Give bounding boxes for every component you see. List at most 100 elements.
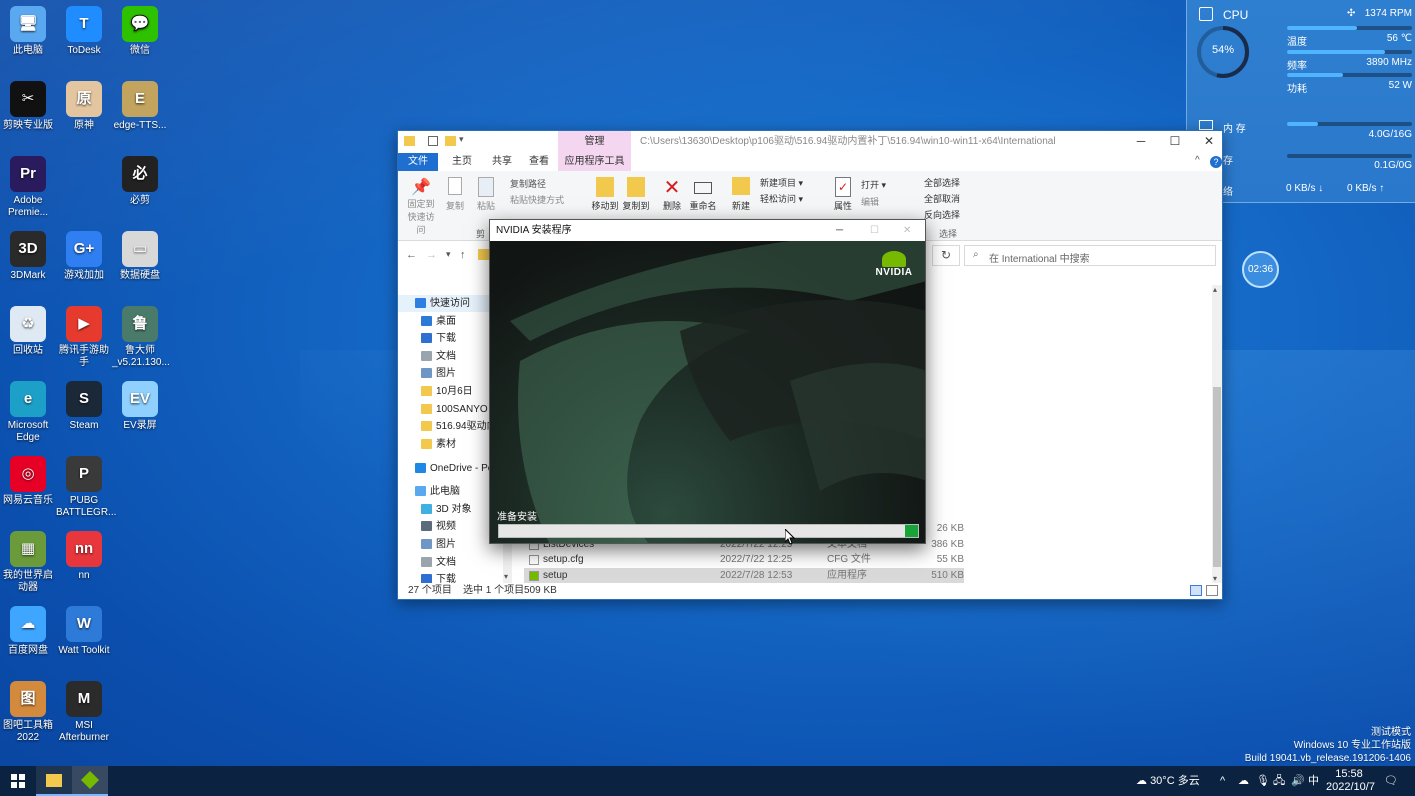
floating-clock-widget[interactable]: 02:36 xyxy=(1242,251,1279,288)
ime-indicator[interactable]: 中 xyxy=(1308,766,1319,796)
desktop-icon[interactable]: S Steam xyxy=(56,381,112,432)
installer-titlebar[interactable]: NVIDIA 安装程序 ─ ☐ ✕ xyxy=(490,220,925,241)
network-icon[interactable]: 🖧 xyxy=(1273,766,1285,796)
desktop-icon[interactable]: W Watt Toolkit xyxy=(56,606,112,657)
nav-item[interactable]: 下载 xyxy=(421,330,456,347)
installer-maximize-button[interactable]: ☐ xyxy=(870,220,879,241)
search-box[interactable]: ⌕ 在 International 中搜索 xyxy=(964,245,1216,266)
scroll-thumb[interactable] xyxy=(1213,387,1221,567)
paste-button[interactable]: 粘贴 xyxy=(474,177,498,212)
cut-button[interactable]: 剪 xyxy=(476,227,485,240)
desktop-icon[interactable]: Pr Adobe Premie... xyxy=(0,156,56,219)
quick-access-dropdown-icon[interactable]: ▾ xyxy=(459,134,464,145)
help-icon[interactable]: ? xyxy=(1210,156,1222,168)
details-view-icon[interactable] xyxy=(1190,585,1202,596)
desktop-icon[interactable]: 图图吧工具箱2022 xyxy=(0,681,56,744)
taskbar-file-explorer[interactable] xyxy=(36,766,72,796)
pin-quick-access-button[interactable]: 📌 固定到快速访问 xyxy=(404,177,438,236)
explorer-titlebar[interactable]: ▾ 管理 C:\Users\13630\Desktop\p106驱动\516.9… xyxy=(398,131,1222,171)
back-button[interactable]: ← xyxy=(406,249,417,261)
desktop-icon[interactable]: 必必剪 xyxy=(112,156,168,207)
rename-button[interactable]: 重命名 xyxy=(688,177,718,212)
nav-item[interactable]: 图片 xyxy=(421,536,456,553)
nav-item[interactable]: 文档 xyxy=(421,554,456,571)
refresh-button[interactable]: ↻ xyxy=(932,245,960,266)
nav-item[interactable]: 快速访问 xyxy=(398,295,493,312)
weather[interactable]: ☁ 30°C 多云 xyxy=(1136,766,1200,796)
desktop-icon[interactable]: nn nn xyxy=(56,531,112,582)
desktop-icon[interactable]: Eedge-TTS... xyxy=(112,81,168,132)
properties-button[interactable]: ✓ 属性 xyxy=(832,177,854,212)
copy-button[interactable]: 复制 xyxy=(444,177,466,212)
taskbar-nvidia-installer[interactable] xyxy=(72,766,108,796)
ribbon-tab[interactable]: 查看 xyxy=(521,153,557,171)
search-input[interactable]: 在 International 中搜索 xyxy=(989,250,1090,265)
notification-center-icon[interactable]: 🗨 xyxy=(1384,766,1398,796)
desktop-icon[interactable]: ◎ 网易云音乐 xyxy=(0,456,56,507)
nav-item[interactable]: 100SANYO xyxy=(421,401,488,418)
ribbon-tab[interactable]: 主页 xyxy=(443,153,481,171)
copy-path-button[interactable]: 复制路径 xyxy=(510,177,546,190)
desktop-icon[interactable]: ▶ 腾讯手游助手 xyxy=(56,306,112,369)
scroll-down-icon[interactable]: ▾ xyxy=(504,572,508,581)
desktop-icon[interactable]: ☁ 百度网盘 xyxy=(0,606,56,657)
new-folder-icon[interactable] xyxy=(445,136,456,146)
start-button[interactable] xyxy=(0,766,36,796)
minimize-button[interactable]: ─ xyxy=(1124,131,1158,151)
nav-item[interactable]: OneDrive - Pe xyxy=(415,460,493,477)
collapse-ribbon-icon[interactable]: ^ xyxy=(1195,155,1200,166)
nav-item[interactable]: 3D 对象 xyxy=(421,501,472,518)
nav-item[interactable]: 图片 xyxy=(421,365,456,382)
large-icons-view-icon[interactable] xyxy=(1206,585,1218,596)
nav-item[interactable]: 视频 xyxy=(421,518,456,535)
move-to-button[interactable]: 移动到 xyxy=(590,177,620,212)
installer-minimize-button[interactable]: ─ xyxy=(836,220,843,241)
close-button[interactable]: ✕ xyxy=(1192,131,1226,151)
nav-item[interactable]: 此电脑 xyxy=(415,483,460,500)
up-button[interactable]: ↑ xyxy=(460,249,466,261)
onedrive-icon[interactable]: ☁ xyxy=(1238,766,1249,796)
installer-close-button[interactable]: ✕ xyxy=(903,220,911,241)
desktop-icon[interactable]: ▭ 数据硬盘 xyxy=(112,231,168,282)
select-none-button[interactable]: 全部取消 xyxy=(924,192,960,205)
new-item-button[interactable]: 新建项目 ▾ xyxy=(760,176,803,189)
easy-access-button[interactable]: 轻松访问 ▾ xyxy=(760,192,803,205)
select-all-button[interactable]: 全部选择 xyxy=(924,176,960,189)
nav-item[interactable]: 桌面 xyxy=(421,313,456,330)
desktop-icon[interactable]: 3D 3DMark xyxy=(0,231,56,282)
desktop-icon[interactable]: ♻ 回收站 xyxy=(0,306,56,357)
file-row[interactable]: setup 2022/7/28 12:53 应用程序 510 KB xyxy=(524,568,964,583)
delete-button[interactable]: ✕ 删除 xyxy=(660,177,684,212)
ribbon-tab[interactable]: 文件 xyxy=(398,153,438,171)
nav-item[interactable]: 516.94驱动内 xyxy=(421,418,497,435)
invert-selection-button[interactable]: 反向选择 xyxy=(924,208,960,221)
nav-item[interactable]: 文档 xyxy=(421,348,456,365)
file-row[interactable]: setup.cfg 2022/7/22 12:25 CFG 文件 55 KB xyxy=(524,552,964,567)
edit-button[interactable]: 编辑 xyxy=(861,195,879,208)
desktop-icon[interactable]: M MSI Afterburner xyxy=(56,681,112,744)
desktop-icon[interactable]: ▦ 我的世界启动器 xyxy=(0,531,56,594)
ribbon-tab[interactable]: 共享 xyxy=(483,153,521,171)
desktop-icon[interactable]: 🖥 此电脑 xyxy=(0,6,56,57)
nvidia-installer-window[interactable]: NVIDIA 安装程序 ─ ☐ ✕ NVIDIA 准备安装 xyxy=(489,219,926,544)
ribbon-tab[interactable]: 应用程序工具 xyxy=(558,153,631,171)
maximize-button[interactable]: ☐ xyxy=(1158,131,1192,151)
recent-locations-button[interactable]: ▾ xyxy=(446,249,451,260)
volume-icon[interactable]: 🔊 xyxy=(1291,766,1305,796)
desktop-icon[interactable]: P PUBG BATTLEGR... xyxy=(56,456,116,519)
desktop-icon[interactable]: ✂ 剪映专业版 xyxy=(0,81,56,132)
new-folder-button[interactable]: 新建 xyxy=(728,177,754,212)
nav-item[interactable]: 10月6日 xyxy=(421,383,473,400)
clock[interactable]: 15:58 2022/10/7 xyxy=(1326,766,1375,796)
quick-properties-icon[interactable] xyxy=(428,136,438,146)
file-list-scrollbar[interactable]: ▴ ▾ xyxy=(1212,285,1222,583)
copy-to-button[interactable]: 复制到 xyxy=(621,177,651,212)
desktop-icon[interactable]: G+ 游戏加加 xyxy=(56,231,112,282)
scroll-up-icon[interactable]: ▴ xyxy=(1213,285,1217,294)
desktop-icon[interactable]: EV EV录屏 xyxy=(112,381,168,432)
microphone-icon[interactable]: 🎙 xyxy=(1256,766,1270,796)
show-hidden-icons-button[interactable]: ^ xyxy=(1220,766,1225,796)
paste-shortcut-button[interactable]: 粘贴快捷方式 xyxy=(510,193,564,206)
desktop-icon[interactable]: e Microsoft Edge xyxy=(0,381,56,444)
desktop-icon[interactable]: 鲁鲁大师_v5.21.130... xyxy=(112,306,170,369)
